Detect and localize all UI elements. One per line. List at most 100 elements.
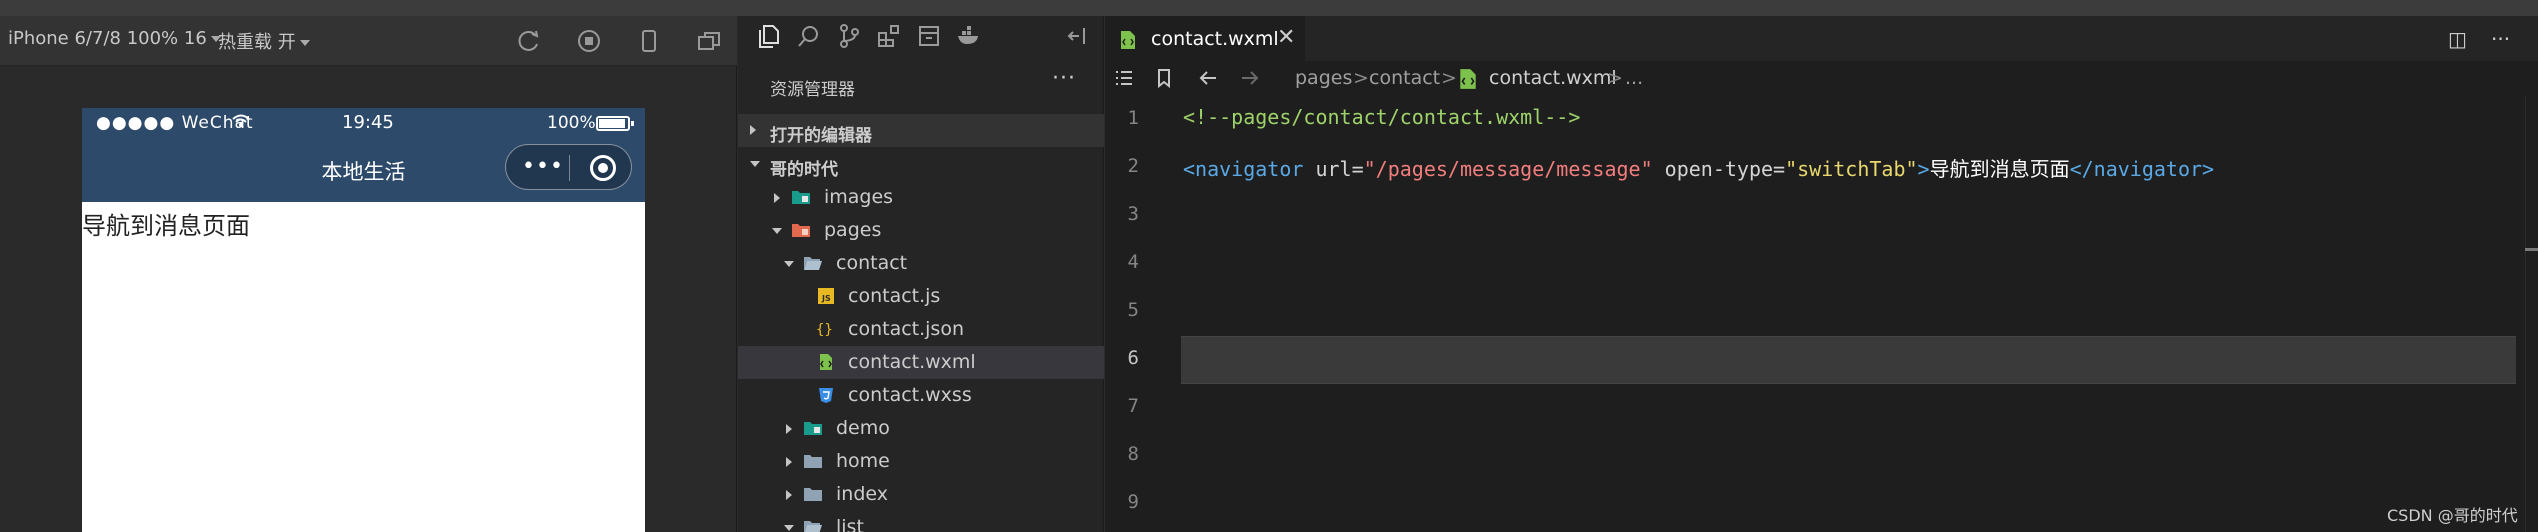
collapse-panel-icon[interactable] xyxy=(1064,23,1090,49)
wxml-file-icon xyxy=(816,353,836,371)
bookmark-icon[interactable] xyxy=(1153,67,1175,89)
chevron-right-icon xyxy=(786,457,792,467)
chevron-down-icon xyxy=(299,40,310,46)
device-selector-label: iPhone 6/7/8 100% 16 xyxy=(8,28,207,49)
carrier-label: ●●●●● WeChat xyxy=(96,113,254,133)
more-actions-button[interactable]: ··· xyxy=(2491,27,2510,51)
line-number: 7 xyxy=(1127,395,1139,417)
forward-arrow-icon[interactable] xyxy=(1239,67,1261,89)
code-string: "switchTab" xyxy=(1785,157,1918,181)
breadcrumb-separator: > xyxy=(1441,67,1457,89)
stop-icon[interactable] xyxy=(576,28,602,54)
breadcrumb-item[interactable]: contact xyxy=(1369,67,1440,89)
split-editor-icon[interactable]: ◫ xyxy=(2448,27,2467,51)
tree-item-label: home xyxy=(836,450,890,472)
docker-icon[interactable] xyxy=(956,23,982,49)
folder-icon xyxy=(803,452,823,470)
js-file-icon: JS xyxy=(816,287,836,305)
breadcrumb-separator: > xyxy=(1353,67,1369,89)
phone-icon[interactable] xyxy=(636,28,662,54)
line-number: 5 xyxy=(1127,299,1139,321)
tree-item-index[interactable]: index xyxy=(738,478,1104,511)
phone-screen: ●●●●● WeChat 19:45 100% 本地生活 ••• 导航到消息页面 xyxy=(82,108,645,532)
source-control-icon[interactable] xyxy=(836,23,862,49)
status-bar: ●●●●● WeChat 19:45 100% xyxy=(82,108,645,138)
simulator-toolbar: iPhone 6/7/8 100% 16 热重载 开 xyxy=(0,16,737,66)
files-icon[interactable] xyxy=(756,23,782,49)
section-project[interactable]: 哥的时代 xyxy=(738,148,1104,181)
tab-contact-wxml[interactable]: contact.wxml ✕ xyxy=(1105,16,1305,61)
wxss-file-icon xyxy=(816,386,836,404)
tree-item-contact-wxss[interactable]: contact.wxss xyxy=(738,379,1104,412)
line-number: 8 xyxy=(1127,443,1139,465)
chevron-down-icon xyxy=(750,161,760,167)
code-line-1[interactable]: <!--pages/contact/contact.wxml--> xyxy=(1183,105,1580,129)
refresh-icon[interactable] xyxy=(516,28,542,54)
line-number: 1 xyxy=(1127,107,1139,129)
explorer-title: 资源管理器 xyxy=(770,80,855,100)
code-line-2[interactable]: <navigator url="/pages/message/message" … xyxy=(1183,153,2214,182)
activity-bar xyxy=(738,16,1104,56)
folder-open-icon xyxy=(803,254,823,272)
line-number: 2 xyxy=(1127,155,1139,177)
editor-tab-bar: contact.wxml ✕ ◫ ··· xyxy=(1105,16,2538,61)
tree-item-list[interactable]: list xyxy=(738,511,1104,532)
outline-list-icon[interactable] xyxy=(1113,67,1135,89)
explorer-more-button[interactable]: ··· xyxy=(1052,66,1076,91)
tree-item-contact-json[interactable]: {} contact.json xyxy=(738,313,1104,346)
hot-reload-label: 热重载 开 xyxy=(218,32,296,53)
scroll-marker xyxy=(2525,248,2538,251)
section-open-editors-label: 打开的编辑器 xyxy=(770,126,872,146)
capsule-menu[interactable]: ••• xyxy=(505,144,632,190)
code-comment: <!--pages/contact/contact.wxml--> xyxy=(1183,105,1581,129)
wxml-file-icon xyxy=(1119,30,1137,50)
folder-icon xyxy=(803,485,823,503)
back-arrow-icon[interactable] xyxy=(1197,67,1219,89)
line-number: 6 xyxy=(1127,347,1139,369)
menu-strip-clipped xyxy=(0,0,2538,16)
wifi-icon xyxy=(232,113,250,134)
search-icon[interactable] xyxy=(796,23,822,49)
tree-item-label: contact.wxml xyxy=(848,351,976,373)
wxml-file-icon xyxy=(1457,68,1476,89)
tree-item-home[interactable]: home xyxy=(738,445,1104,478)
code-text: 导航到消息页面 xyxy=(1929,157,2070,181)
svg-text:{}: {} xyxy=(816,322,833,338)
line-number: 9 xyxy=(1127,491,1139,513)
tree-item-contact-wxml[interactable]: contact.wxml xyxy=(738,346,1104,379)
section-open-editors[interactable]: 打开的编辑器 xyxy=(738,114,1104,147)
close-miniprogram-icon[interactable] xyxy=(590,155,616,181)
breadcrumb-item[interactable]: pages xyxy=(1295,67,1352,89)
status-time: 19:45 xyxy=(342,112,394,133)
tree-item-contact-js[interactable]: JS contact.js xyxy=(738,280,1104,313)
breadcrumb-item[interactable]: contact.wxml xyxy=(1489,67,1617,89)
navigation-bar: ●●●●● WeChat 19:45 100% 本地生活 ••• xyxy=(82,108,645,202)
tree-item-label: contact xyxy=(836,252,908,274)
battery-icon xyxy=(596,116,634,131)
more-dots-icon[interactable]: ••• xyxy=(522,156,564,178)
chevron-down-icon xyxy=(772,228,782,234)
section-project-label: 哥的时代 xyxy=(770,160,838,180)
tree-item-label: pages xyxy=(824,219,882,241)
pages-folder-icon xyxy=(791,221,811,239)
vertical-scrollbar[interactable] xyxy=(2525,95,2538,532)
images-folder-icon xyxy=(791,188,811,206)
breadcrumb-separator: > xyxy=(1607,67,1623,89)
close-icon[interactable]: ✕ xyxy=(1277,25,1295,50)
current-line-highlight xyxy=(1181,336,2516,384)
code-attr: open-type= xyxy=(1652,157,1786,181)
extensions-icon[interactable] xyxy=(876,23,902,49)
tree-item-demo[interactable]: demo xyxy=(738,412,1104,445)
tree-item-contact[interactable]: contact xyxy=(738,247,1104,280)
breadcrumb-item[interactable]: ... xyxy=(1625,67,1643,89)
detach-window-icon[interactable] xyxy=(696,28,722,54)
hot-reload-toggle[interactable]: 热重载 开 xyxy=(218,28,310,54)
tree-item-images[interactable]: images xyxy=(738,181,1104,214)
storage-icon[interactable] xyxy=(916,23,942,49)
navigator-link[interactable]: 导航到消息页面 xyxy=(82,206,250,241)
device-selector[interactable]: iPhone 6/7/8 100% 16 xyxy=(8,28,221,49)
chevron-down-icon xyxy=(784,261,794,267)
line-number: 3 xyxy=(1127,203,1139,225)
tree-item-pages[interactable]: pages xyxy=(738,214,1104,247)
code-editor: contact.wxml ✕ ◫ ··· pages > contact > c… xyxy=(1105,16,2538,532)
